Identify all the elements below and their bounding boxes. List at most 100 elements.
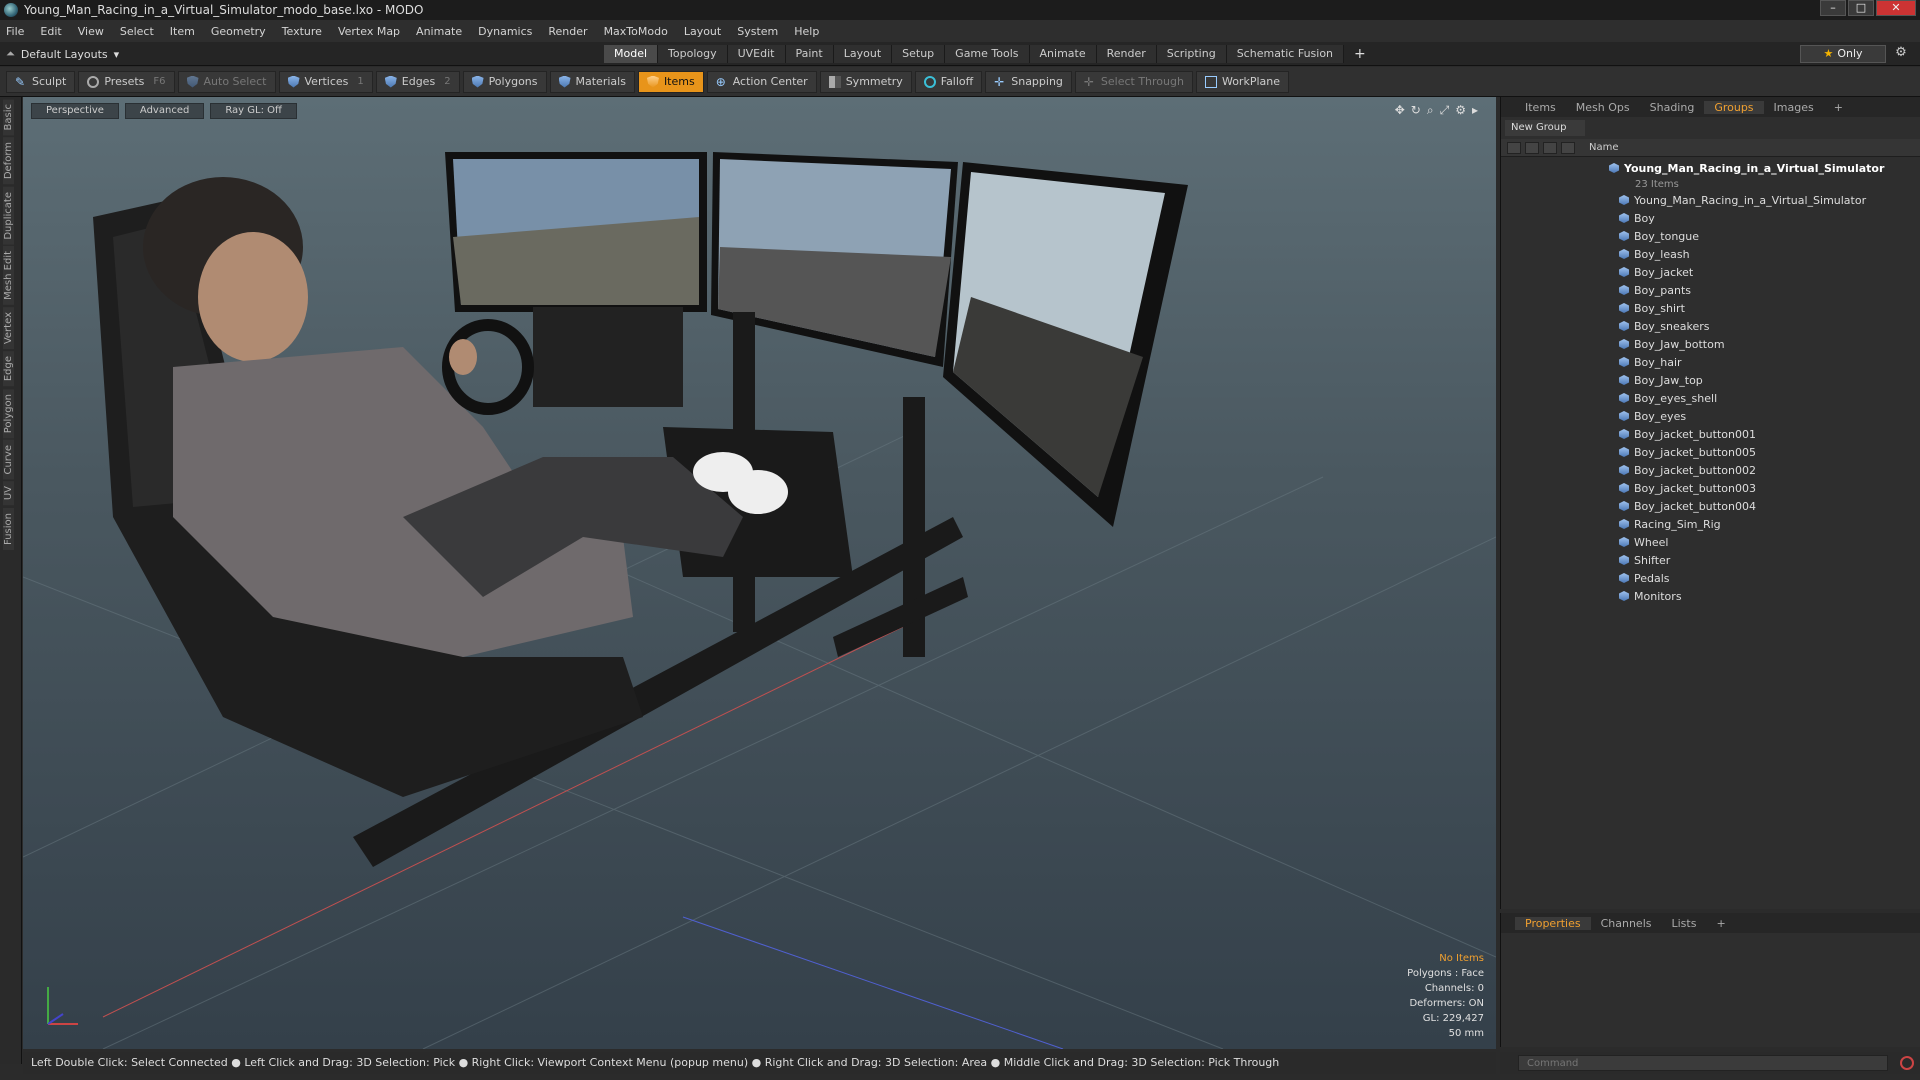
action-center-button[interactable]: ⊕ Action Center: [706, 70, 817, 93]
auto-select-button[interactable]: Auto Select: [177, 70, 276, 93]
polygons-button[interactable]: Polygons: [462, 70, 547, 93]
materials-button[interactable]: Materials: [549, 70, 635, 93]
lock-icon[interactable]: [1525, 141, 1539, 154]
menu-render[interactable]: Render: [548, 25, 587, 38]
menu-edit[interactable]: Edit: [40, 25, 61, 38]
strip-tab-deform[interactable]: Deform: [3, 137, 14, 185]
add-panel-tab-icon[interactable]: +: [1824, 101, 1853, 114]
select-through-button[interactable]: ✛ Select Through: [1074, 70, 1193, 93]
panel-tab-properties[interactable]: Properties: [1515, 916, 1591, 930]
workplane-button[interactable]: WorkPlane: [1195, 70, 1289, 93]
select-icon[interactable]: [1561, 141, 1575, 154]
menu-dynamics[interactable]: Dynamics: [478, 25, 532, 38]
menu-vertex-map[interactable]: Vertex Map: [338, 25, 400, 38]
shading-advanced-button[interactable]: Advanced: [124, 103, 205, 119]
gear-icon[interactable]: ⚙: [1892, 45, 1910, 63]
eye-icon[interactable]: [1507, 141, 1521, 154]
falloff-button[interactable]: Falloff: [914, 70, 983, 93]
tab-paint[interactable]: Paint: [785, 45, 834, 63]
menu-select[interactable]: Select: [120, 25, 154, 38]
menu-layout[interactable]: Layout: [684, 25, 721, 38]
tab-uvedit[interactable]: UVEdit: [727, 45, 786, 63]
tab-render[interactable]: Render: [1096, 45, 1157, 63]
group-row[interactable]: Young_Man_Racing_in_a_Virtual_Simulator: [1501, 159, 1920, 177]
tree-item[interactable]: Boy_tongue: [1501, 227, 1920, 245]
tab-topology[interactable]: Topology: [658, 45, 728, 63]
tree-item[interactable]: Pedals: [1501, 569, 1920, 587]
menu-geometry[interactable]: Geometry: [211, 25, 266, 38]
tree-item[interactable]: Boy_Jaw_top: [1501, 371, 1920, 389]
tree-item[interactable]: Boy_jacket_button005: [1501, 443, 1920, 461]
tab-schematic-fusion[interactable]: Schematic Fusion: [1226, 45, 1345, 63]
panel-tab-lists[interactable]: Lists: [1662, 917, 1707, 930]
panel-tab-channels[interactable]: Channels: [1591, 917, 1662, 930]
maximize-button[interactable]: □: [1848, 0, 1874, 16]
strip-tab-curve[interactable]: Curve: [3, 439, 14, 480]
tree-item[interactable]: Boy: [1501, 209, 1920, 227]
tab-model[interactable]: Model: [604, 45, 659, 63]
tree-item[interactable]: Boy_jacket_button004: [1501, 497, 1920, 515]
symmetry-button[interactable]: Symmetry: [819, 70, 912, 93]
panel-tab-images[interactable]: Images: [1764, 101, 1824, 114]
strip-tab-polygon[interactable]: Polygon: [3, 388, 14, 438]
menu-animate[interactable]: Animate: [416, 25, 462, 38]
raygl-button[interactable]: Ray GL: Off: [210, 103, 297, 119]
menu-view[interactable]: View: [78, 25, 104, 38]
tree-item[interactable]: Boy_eyes_shell: [1501, 389, 1920, 407]
strip-tab-vertex[interactable]: Vertex: [3, 307, 14, 350]
tree-item[interactable]: Boy_eyes: [1501, 407, 1920, 425]
tree-item[interactable]: Boy_jacket: [1501, 263, 1920, 281]
presets-button[interactable]: Presets F6: [78, 70, 175, 93]
fit-view-icon[interactable]: ⤢: [1440, 103, 1450, 118]
tree-item[interactable]: Boy_jacket_button003: [1501, 479, 1920, 497]
rotate-view-icon[interactable]: ↻: [1411, 103, 1421, 118]
tab-game-tools[interactable]: Game Tools: [945, 45, 1030, 63]
tab-animate[interactable]: Animate: [1029, 45, 1097, 63]
move-view-icon[interactable]: ✥: [1395, 103, 1405, 118]
tree-item[interactable]: Boy_shirt: [1501, 299, 1920, 317]
viewport-gear-icon[interactable]: ⚙: [1455, 103, 1466, 118]
menu-item[interactable]: Item: [170, 25, 195, 38]
command-input[interactable]: [1518, 1055, 1888, 1071]
minimize-button[interactable]: –: [1820, 0, 1846, 16]
menu-help[interactable]: Help: [794, 25, 819, 38]
tree-item[interactable]: Boy_hair: [1501, 353, 1920, 371]
strip-tab-mesh-edit[interactable]: Mesh Edit: [3, 246, 14, 306]
tab-scripting[interactable]: Scripting: [1156, 45, 1227, 63]
layout-selector[interactable]: ⏶ Default Layouts ▾: [6, 45, 119, 63]
render-icon[interactable]: [1543, 141, 1557, 154]
sculpt-button[interactable]: ✎ Sculpt: [6, 70, 76, 93]
tree-item[interactable]: Boy_pants: [1501, 281, 1920, 299]
add-tab-icon[interactable]: +: [1344, 45, 1376, 63]
menu-texture[interactable]: Texture: [282, 25, 322, 38]
panel-tab-shading[interactable]: Shading: [1640, 101, 1705, 114]
view-perspective-button[interactable]: Perspective: [31, 103, 119, 119]
viewport-expand-icon[interactable]: ▸: [1472, 103, 1478, 118]
tab-layout[interactable]: Layout: [833, 45, 893, 63]
menu-system[interactable]: System: [737, 25, 778, 38]
tree-item[interactable]: Boy_Jaw_bottom: [1501, 335, 1920, 353]
strip-tab-uv[interactable]: UV: [3, 481, 14, 506]
tree-item[interactable]: Boy_leash: [1501, 245, 1920, 263]
strip-tab-fusion[interactable]: Fusion: [3, 507, 14, 550]
menu-file[interactable]: File: [6, 25, 24, 38]
snapping-button[interactable]: ✛ Snapping: [985, 70, 1072, 93]
tree-item[interactable]: Boy_sneakers: [1501, 317, 1920, 335]
tree-item[interactable]: Racing_Sim_Rig: [1501, 515, 1920, 533]
tree-item[interactable]: Young_Man_Racing_in_a_Virtual_Simulator: [1501, 191, 1920, 209]
panel-tab-mesh-ops[interactable]: Mesh Ops: [1566, 101, 1640, 114]
panel-tab-groups[interactable]: Groups: [1704, 100, 1764, 114]
close-button[interactable]: ✕: [1876, 0, 1916, 16]
record-icon[interactable]: [1900, 1056, 1914, 1070]
tree-item[interactable]: Boy_jacket_button002: [1501, 461, 1920, 479]
new-group-button[interactable]: New Group: [1505, 120, 1585, 136]
tab-setup[interactable]: Setup: [892, 45, 946, 63]
strip-tab-edge[interactable]: Edge: [3, 351, 14, 387]
3d-viewport[interactable]: Perspective Advanced Ray GL: Off ✥ ↻ ⌕ ⤢…: [23, 97, 1496, 1049]
tree-item[interactable]: Wheel: [1501, 533, 1920, 551]
tree-item[interactable]: Boy_jacket_button001: [1501, 425, 1920, 443]
tree-item[interactable]: Shifter: [1501, 551, 1920, 569]
vertices-button[interactable]: Vertices 1: [278, 70, 373, 93]
only-button[interactable]: ★ Only: [1800, 45, 1886, 63]
zoom-view-icon[interactable]: ⌕: [1427, 103, 1434, 118]
